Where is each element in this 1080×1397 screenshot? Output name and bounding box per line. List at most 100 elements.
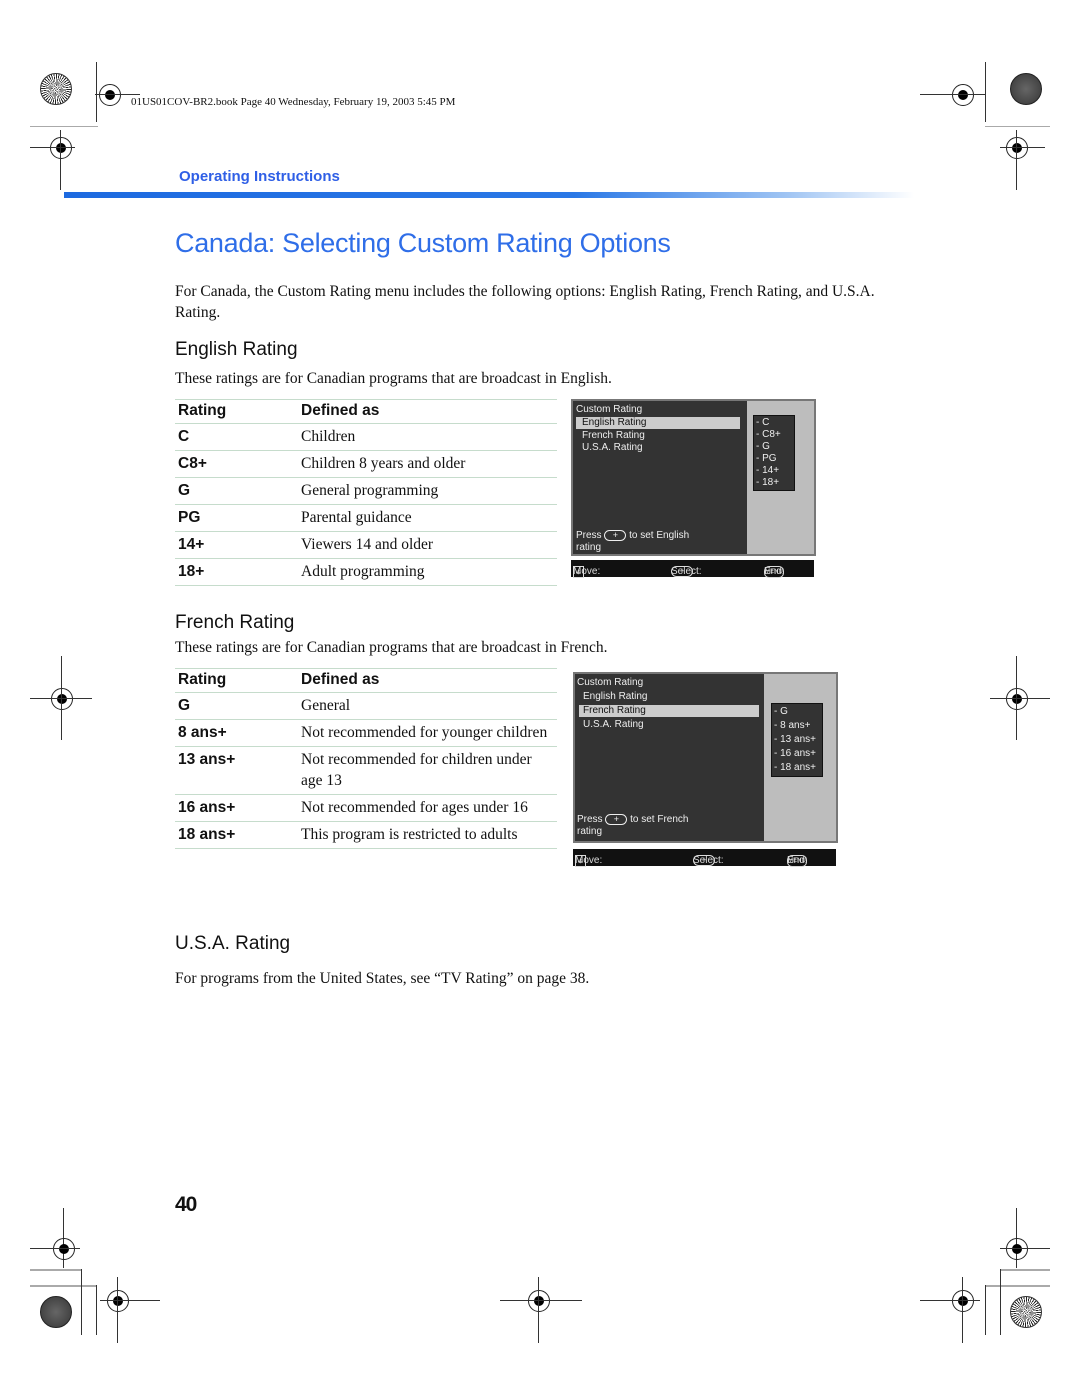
option-item[interactable]: - G	[774, 705, 820, 719]
rating-definition: Not recommended for children under age 1…	[298, 746, 557, 795]
crop-line	[81, 1269, 82, 1335]
rating-code: 16 ans+	[175, 794, 298, 822]
column-header-rating: Rating	[175, 668, 298, 693]
option-item[interactable]: - 13 ans+	[774, 733, 820, 747]
rating-code: 13 ans+	[175, 746, 298, 795]
registration-disc-icon	[40, 1296, 72, 1328]
table-row: G General	[175, 692, 557, 720]
crop-line	[985, 1285, 986, 1335]
header-rule	[64, 192, 914, 198]
menu-item-english-rating[interactable]: English Rating	[583, 691, 647, 703]
french-rating-description: These ratings are for Canadian programs …	[175, 639, 608, 656]
rating-code: C	[175, 423, 298, 451]
menu-item-french-rating[interactable]: French Rating	[579, 705, 759, 717]
registration-mark-icon	[53, 1238, 75, 1260]
rating-code: C8+	[175, 450, 298, 478]
options-panel: - G - 8 ans+ - 13 ans+ - 16 ans+ - 18 an…	[764, 674, 836, 841]
menu-item-french-rating[interactable]: French Rating	[582, 430, 645, 442]
option-item[interactable]: - C8+	[756, 429, 792, 441]
menu-item-usa-rating[interactable]: U.S.A. Rating	[582, 442, 643, 454]
option-item[interactable]: - C	[756, 417, 792, 429]
table-row: 14+ Viewers 14 and older	[175, 531, 557, 559]
crop-line	[1000, 1248, 1050, 1249]
option-item[interactable]: - 16 ans+	[774, 747, 820, 761]
registration-mark-icon	[1006, 137, 1028, 159]
crop-line	[30, 1269, 82, 1271]
crop-line	[1016, 656, 1017, 740]
crop-line	[985, 1285, 1050, 1287]
menu-panel: Custom Rating English Rating French Rati…	[573, 401, 745, 554]
arrow-right-icon: →	[573, 566, 584, 578]
crop-line	[95, 94, 140, 95]
table-row: 16 ans+ Not recommended for ages under 16	[175, 794, 557, 822]
page-title: Canada: Selecting Custom Rating Options	[175, 228, 671, 258]
rating-code: 18+	[175, 558, 298, 586]
option-item[interactable]: - 18+	[756, 477, 792, 489]
english-rating-description: These ratings are for Canadian programs …	[175, 370, 612, 387]
registration-starburst-icon	[40, 73, 72, 105]
rating-definition: Parental guidance	[298, 504, 557, 532]
rating-definition: Not recommended for younger children	[298, 719, 557, 747]
table-row: PG Parental guidance	[175, 504, 557, 532]
registration-mark-icon	[50, 137, 72, 159]
menu-item-english-rating[interactable]: English Rating	[576, 417, 740, 429]
table-row: 18 ans+ This program is restricted to adu…	[175, 821, 557, 849]
french-tv-control-bar: Move: ↑ ↓ ← → Select: + End: MENU	[573, 849, 836, 867]
english-tv-menu: Custom Rating English Rating French Rati…	[571, 399, 816, 556]
rating-definition: General programming	[298, 477, 557, 505]
crop-line	[1000, 147, 1045, 148]
crop-line	[100, 1300, 160, 1301]
menu-item-usa-rating[interactable]: U.S.A. Rating	[583, 719, 644, 731]
crop-line	[96, 62, 97, 122]
registration-mark-icon	[99, 84, 121, 106]
option-item[interactable]: - 8 ans+	[774, 719, 820, 733]
column-header-defined-as: Defined as	[298, 668, 557, 693]
table-row: C Children	[175, 423, 557, 451]
plus-button-icon: +	[693, 855, 715, 866]
option-item[interactable]: - G	[756, 441, 792, 453]
arrow-right-icon: →	[575, 855, 586, 867]
options-list: - C - C8+ - G - PG - 14+ - 18+	[753, 415, 795, 491]
registration-mark-icon	[51, 688, 73, 710]
plus-button-icon: +	[604, 530, 627, 541]
column-header-defined-as: Defined as	[298, 399, 557, 424]
english-rating-table: Rating Defined as C Children C8+ Children …	[175, 399, 557, 586]
registration-disc-icon	[1010, 73, 1042, 105]
file-header: 01US01COV-BR2.book Page 40 Wednesday, Fe…	[131, 96, 456, 108]
rating-definition: General	[298, 692, 557, 720]
table-header-row: Rating Defined as	[175, 399, 557, 424]
crop-line	[990, 698, 1050, 699]
usa-rating-heading: U.S.A. Rating	[175, 933, 291, 954]
table-row: 18+ Adult programming	[175, 558, 557, 586]
rating-definition: This program is restricted to adults	[298, 821, 557, 849]
intro-paragraph: For Canada, the Custom Rating menu inclu…	[175, 283, 875, 321]
usa-rating-description: For programs from the United States, see…	[175, 970, 590, 987]
options-list: - G - 8 ans+ - 13 ans+ - 16 ans+ - 18 an…	[771, 703, 823, 777]
crop-line	[1000, 1269, 1050, 1271]
registration-mark-icon	[1006, 688, 1028, 710]
menu-title: Custom Rating	[577, 677, 644, 688]
menu-title: Custom Rating	[576, 404, 643, 415]
registration-mark-icon	[952, 84, 974, 106]
registration-mark-icon	[107, 1290, 129, 1312]
page-number: 40	[175, 1193, 197, 1216]
crop-line	[60, 130, 61, 190]
crop-line	[30, 1248, 80, 1249]
rating-code: G	[175, 477, 298, 505]
option-item[interactable]: - 18 ans+	[774, 761, 820, 775]
crop-line	[500, 1300, 582, 1301]
rating-code: 18 ans+	[175, 821, 298, 849]
table-row: G General programming	[175, 477, 557, 505]
option-item[interactable]: - PG	[756, 453, 792, 465]
option-item[interactable]: - 14+	[756, 465, 792, 477]
rating-code: 8 ans+	[175, 719, 298, 747]
options-panel: - C - C8+ - G - PG - 14+ - 18+	[747, 401, 814, 554]
french-rating-heading: French Rating	[175, 612, 295, 633]
crop-line	[30, 126, 98, 127]
crop-line	[30, 1285, 96, 1287]
crop-line	[920, 1300, 980, 1301]
registration-mark-icon	[528, 1290, 550, 1312]
crop-line	[538, 1277, 539, 1343]
english-rating-heading: English Rating	[175, 339, 298, 360]
crop-line	[1000, 1269, 1001, 1335]
